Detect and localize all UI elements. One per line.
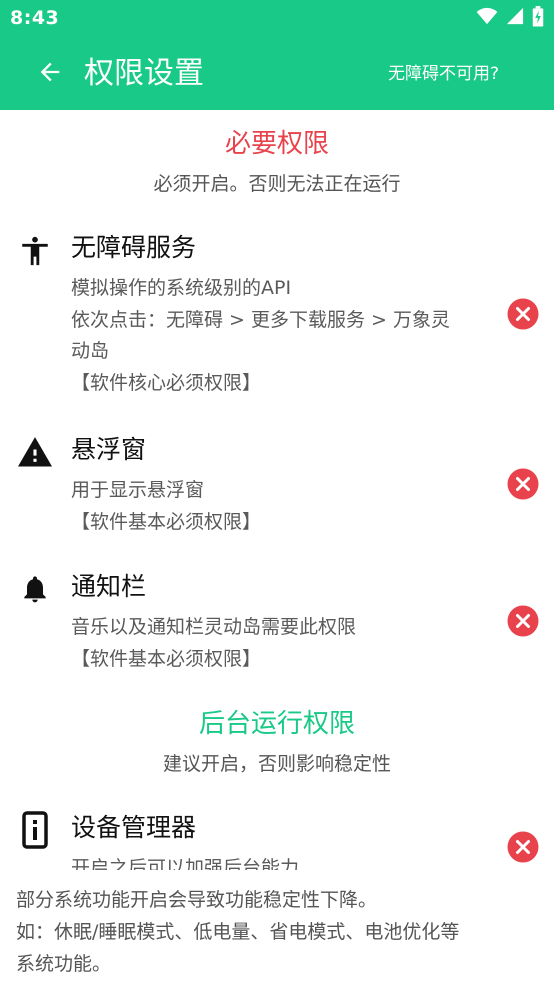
permission-title: 设备管理器 <box>71 813 197 842</box>
permission-desc: 用于显示悬浮窗 【软件基本必须权限】 <box>71 479 262 533</box>
arrow-left-icon <box>36 58 64 90</box>
footer-line: 如：休眠/睡眠模式、低电量、省电模式、电池优化等 <box>16 921 460 943</box>
footer-note: 部分系统功能开启会导致功能稳定性下降。 如：休眠/睡眠模式、低电量、省电模式、电… <box>0 870 554 985</box>
permission-title: 悬浮窗 <box>71 435 147 464</box>
bell-icon <box>15 569 55 609</box>
footer-line: 部分系统功能开启会导致功能稳定性下降。 <box>16 889 378 911</box>
accessibility-unavailable-link[interactable]: 无障碍不可用? <box>388 62 499 86</box>
close-circle-icon[interactable] <box>507 298 539 330</box>
warning-icon <box>15 431 55 471</box>
wifi-icon <box>476 7 498 29</box>
permission-title: 无障碍服务 <box>71 233 197 262</box>
section-title-required: 必要权限 <box>224 129 329 159</box>
section-subtitle-required: 必须开启。否则无法正在运行 <box>153 173 401 195</box>
permission-item-notification[interactable]: 通知栏 音乐以及通知栏灵动岛需要此权限 【软件基本必须权限】 <box>0 567 554 677</box>
section-title-background: 后台运行权限 <box>198 709 355 739</box>
footer-line: 系统功能。 <box>16 953 112 975</box>
battery-charging-icon <box>532 5 544 31</box>
close-circle-icon[interactable] <box>507 605 539 637</box>
back-button[interactable] <box>30 54 70 94</box>
permission-item-device-admin[interactable]: 设备管理器 开启之后可以加强后台能力 <box>0 808 554 870</box>
app-bar: 权限设置 无障碍不可用? <box>0 38 554 110</box>
signal-icon <box>506 7 524 29</box>
close-circle-icon[interactable] <box>507 468 539 500</box>
permission-item-overlay[interactable]: 悬浮窗 用于显示悬浮窗 【软件基本必须权限】 <box>0 430 554 540</box>
status-time: 8:43 <box>10 7 60 29</box>
status-bar: 8:43 <box>0 0 554 38</box>
permission-desc: 音乐以及通知栏灵动岛需要此权限 【软件基本必须权限】 <box>71 616 357 670</box>
permission-item-accessibility[interactable]: 无障碍服务 模拟操作的系统级别的API 依次点击：无障碍 > 更多下载服务 > … <box>0 228 554 400</box>
status-icons <box>476 5 544 31</box>
permission-desc: 开启之后可以加强后台能力 <box>71 857 300 870</box>
permission-title: 通知栏 <box>71 572 147 601</box>
close-circle-icon[interactable] <box>507 831 539 863</box>
device-info-icon <box>15 810 55 850</box>
permission-list[interactable]: 必要权限 必须开启。否则无法正在运行 无障碍服务 模拟操作的系统级别的API 依… <box>0 110 554 870</box>
permission-desc: 模拟操作的系统级别的API 依次点击：无障碍 > 更多下载服务 > 万象灵 动岛… <box>71 277 450 394</box>
section-subtitle-background: 建议开启，否则影响稳定性 <box>162 753 391 775</box>
page-title: 权限设置 <box>84 56 204 91</box>
accessibility-icon <box>15 231 55 271</box>
